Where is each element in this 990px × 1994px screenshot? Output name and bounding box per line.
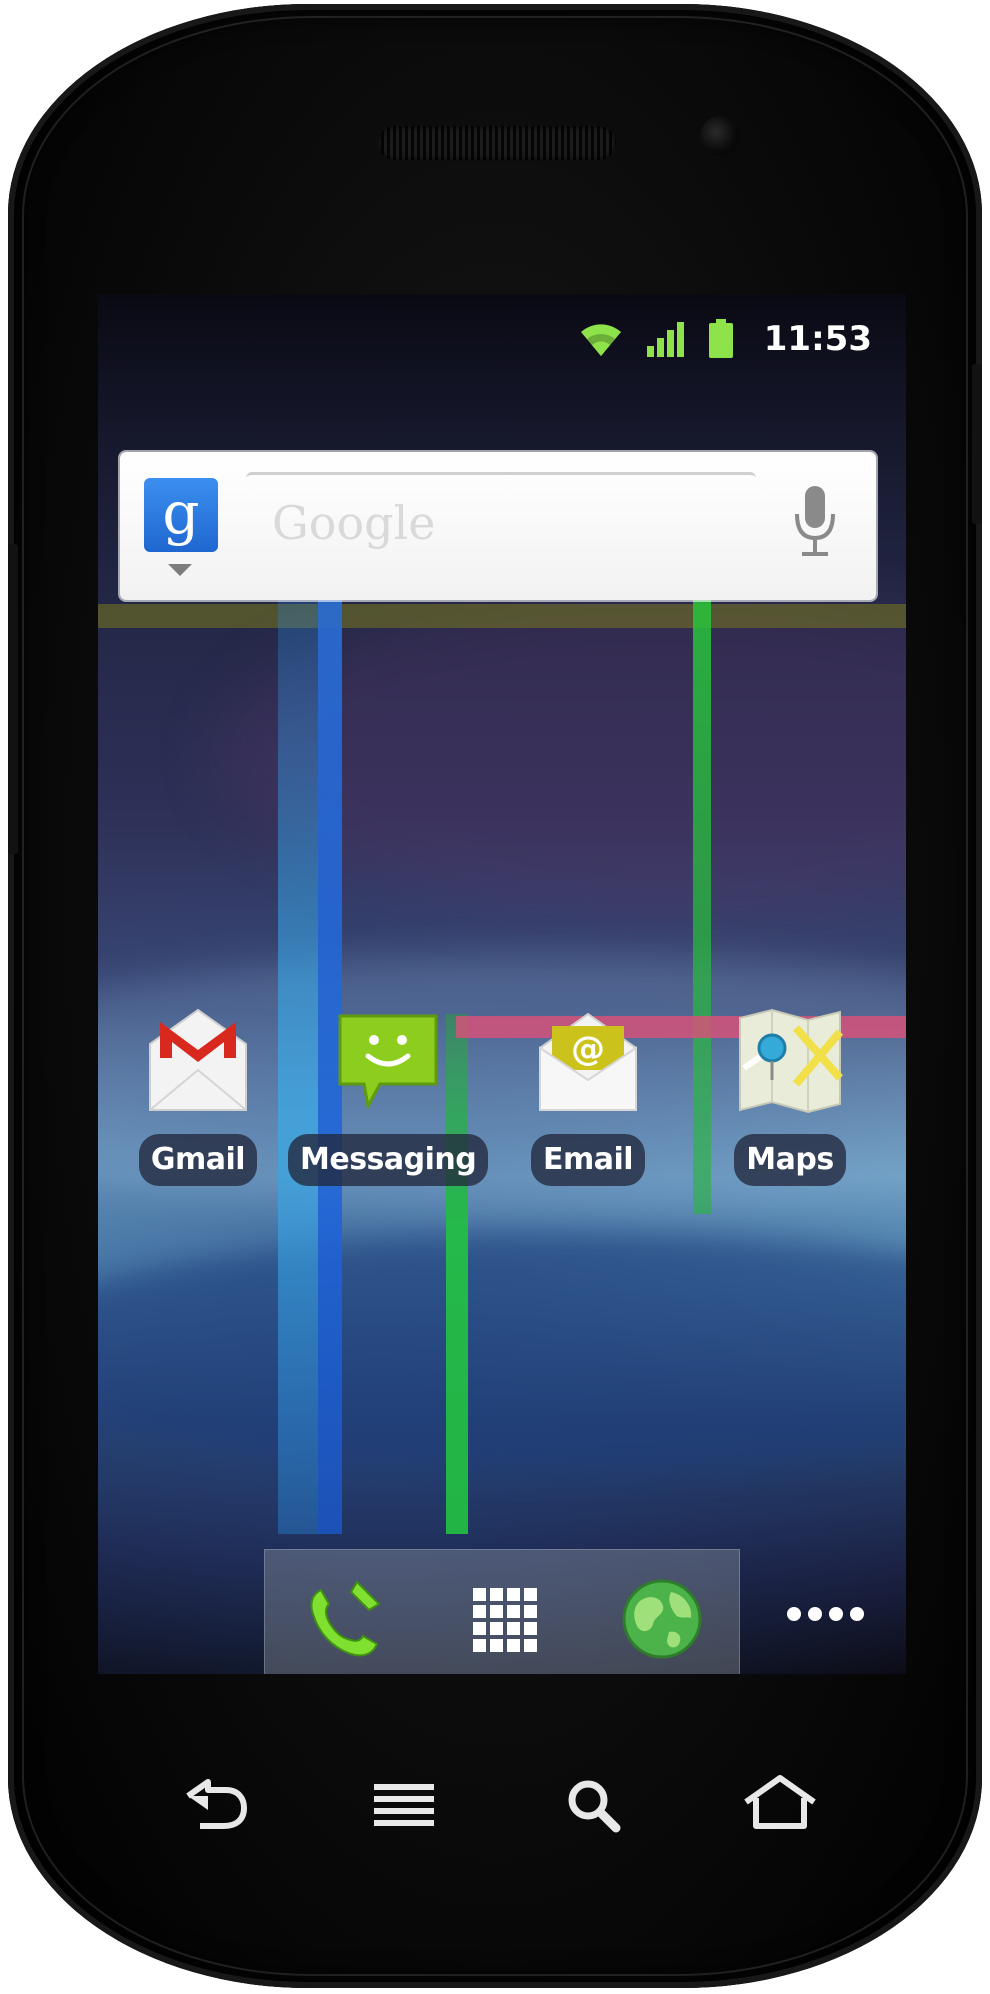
status-time: 11:53 bbox=[763, 319, 872, 359]
maps-icon bbox=[736, 1008, 844, 1116]
wallpaper-glow bbox=[218, 594, 906, 914]
volume-key[interactable] bbox=[8, 544, 18, 854]
app-drawer-icon[interactable] bbox=[459, 1574, 549, 1664]
more-dots-icon[interactable] bbox=[784, 1594, 868, 1634]
messaging-icon bbox=[334, 1008, 442, 1116]
email-icon: @ bbox=[534, 1008, 642, 1116]
browser-icon[interactable] bbox=[617, 1574, 707, 1664]
app-gmail[interactable]: Gmail bbox=[98, 1008, 298, 1208]
phone-device: 11:53 g Google Gmail Messaging @ Email M… bbox=[8, 4, 982, 1988]
menu-icon[interactable] bbox=[364, 1776, 444, 1836]
microphone-icon[interactable] bbox=[790, 484, 840, 562]
app-messaging[interactable]: Messaging bbox=[288, 1008, 489, 1208]
search-source-dropdown-icon[interactable] bbox=[168, 564, 192, 576]
dock bbox=[264, 1549, 740, 1674]
google-search-widget[interactable]: g Google bbox=[120, 452, 876, 600]
earpiece-speaker bbox=[378, 126, 616, 160]
app-maps[interactable]: Maps bbox=[690, 1008, 890, 1208]
search-icon[interactable] bbox=[554, 1774, 634, 1834]
gmail-icon bbox=[144, 1008, 252, 1116]
svg-text:@: @ bbox=[571, 1029, 605, 1069]
app-label-maps: Maps bbox=[734, 1134, 846, 1186]
google-g-icon[interactable]: g bbox=[144, 478, 218, 552]
status-bar: 11:53 bbox=[98, 294, 906, 384]
wallpaper-stripe-blue bbox=[318, 474, 342, 1534]
search-input[interactable]: Google bbox=[246, 472, 756, 568]
wallpaper-stripe-olive bbox=[98, 604, 906, 628]
phone-icon[interactable] bbox=[299, 1574, 389, 1664]
wifi-icon bbox=[580, 324, 621, 356]
app-label-gmail: Gmail bbox=[138, 1134, 258, 1186]
back-icon[interactable] bbox=[174, 1774, 254, 1834]
app-email[interactable]: @ Email bbox=[488, 1008, 688, 1208]
app-label-email: Email bbox=[530, 1134, 646, 1186]
status-icons: 11:53 bbox=[578, 319, 872, 359]
app-label-messaging: Messaging bbox=[288, 1134, 489, 1186]
home-icon[interactable] bbox=[740, 1772, 820, 1832]
home-screen: 11:53 g Google Gmail Messaging @ Email M… bbox=[98, 294, 906, 1674]
power-key[interactable] bbox=[972, 364, 982, 524]
front-camera bbox=[700, 116, 740, 156]
signal-icon bbox=[646, 322, 684, 357]
battery-icon bbox=[708, 319, 733, 358]
wallpaper-wave-dark bbox=[98, 1234, 906, 1474]
